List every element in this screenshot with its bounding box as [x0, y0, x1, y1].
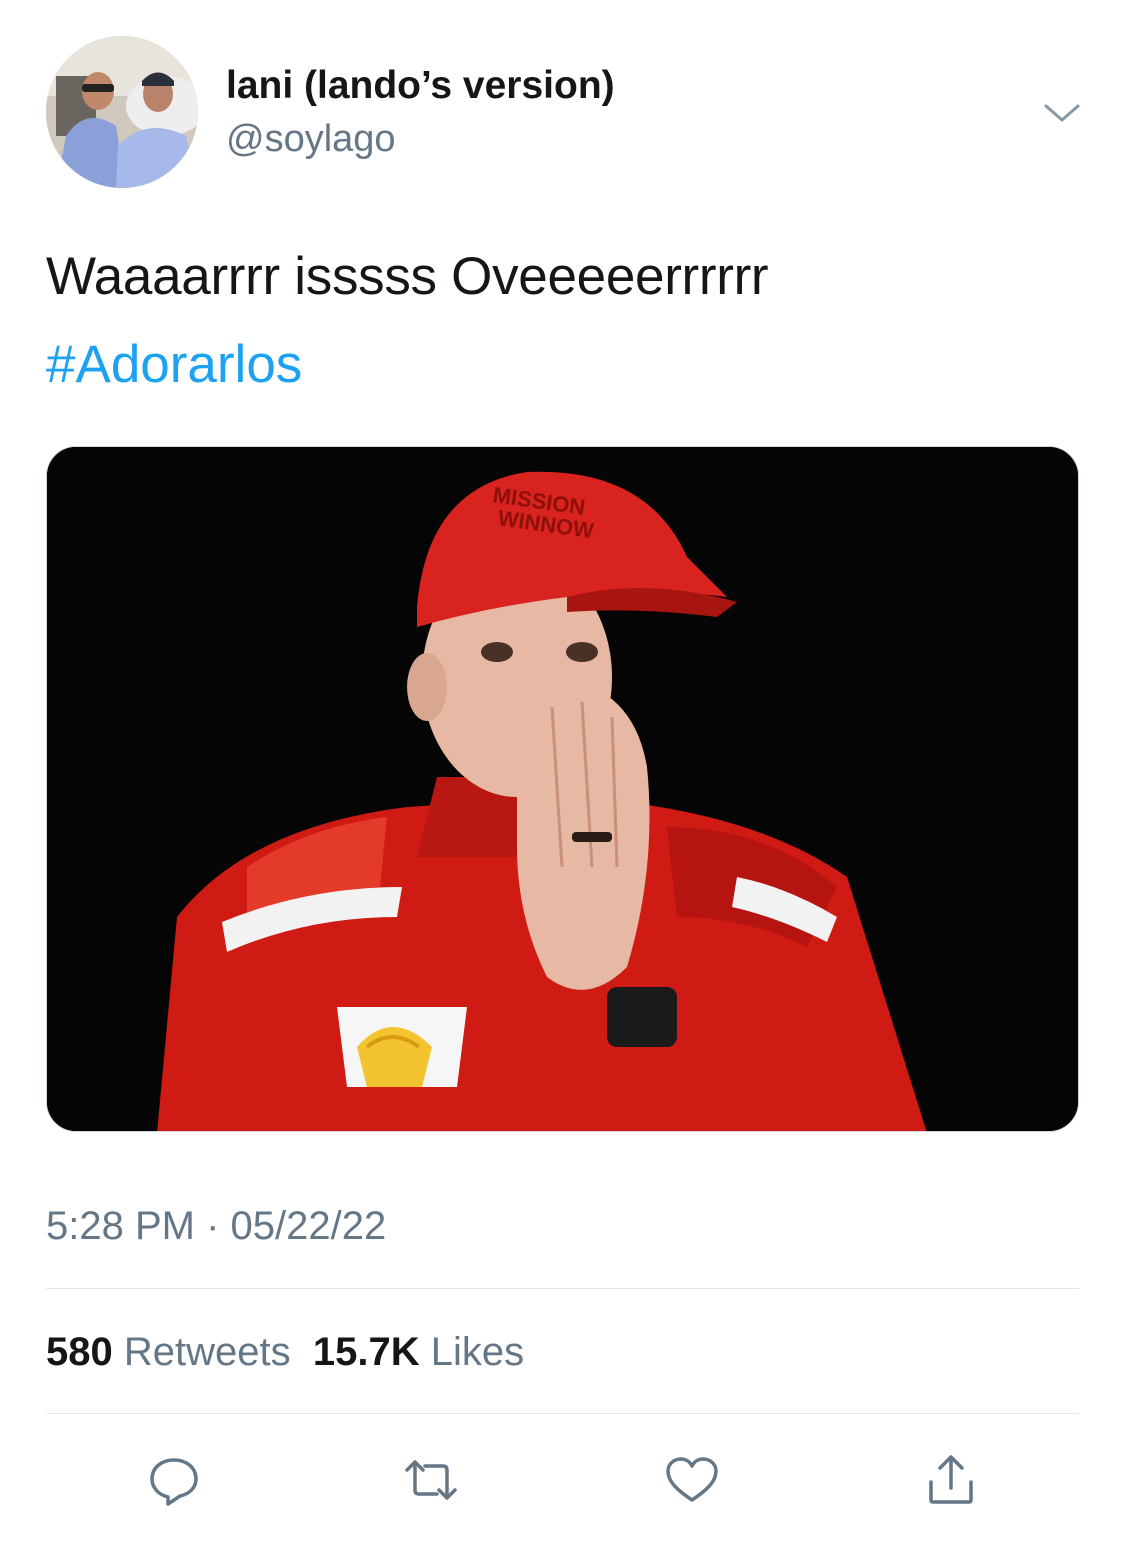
tweet-date: 05/22/22 — [230, 1204, 387, 1248]
likes-label: Likes — [430, 1330, 525, 1374]
divider — [46, 1288, 1079, 1289]
like-icon[interactable] — [664, 1452, 720, 1508]
reply-icon[interactable] — [146, 1452, 202, 1508]
retweet-icon[interactable] — [403, 1452, 459, 1508]
tweet-timestamp[interactable]: 5:28 PM · 05/22/22 — [46, 1204, 386, 1249]
engagement-stats: 580 Retweets 15.7K Likes — [46, 1330, 524, 1375]
hashtag-link[interactable]: #Adorarlos — [46, 334, 302, 395]
display-name[interactable]: lani (lando’s version) — [226, 64, 615, 108]
tweet-text: Waaaarrrr isssss Oveeeeerrrrrr — [46, 247, 769, 306]
share-icon[interactable] — [923, 1452, 979, 1508]
retweets-label: Retweets — [123, 1330, 291, 1374]
chevron-down-icon[interactable] — [1040, 98, 1084, 128]
tweet-media[interactable]: MISSION WINNOW — [46, 446, 1079, 1132]
meta-separator: · — [206, 1204, 220, 1248]
tweet-time: 5:28 PM — [46, 1204, 195, 1248]
retweets-count: 580 — [46, 1330, 113, 1374]
likes-count: 15.7K — [312, 1330, 420, 1374]
avatar[interactable] — [46, 36, 198, 188]
divider — [46, 1413, 1079, 1414]
user-handle[interactable]: @soylago — [226, 118, 396, 161]
retweets-stat[interactable]: 580 Retweets — [46, 1330, 291, 1374]
likes-stat[interactable]: 15.7K Likes — [313, 1330, 524, 1374]
